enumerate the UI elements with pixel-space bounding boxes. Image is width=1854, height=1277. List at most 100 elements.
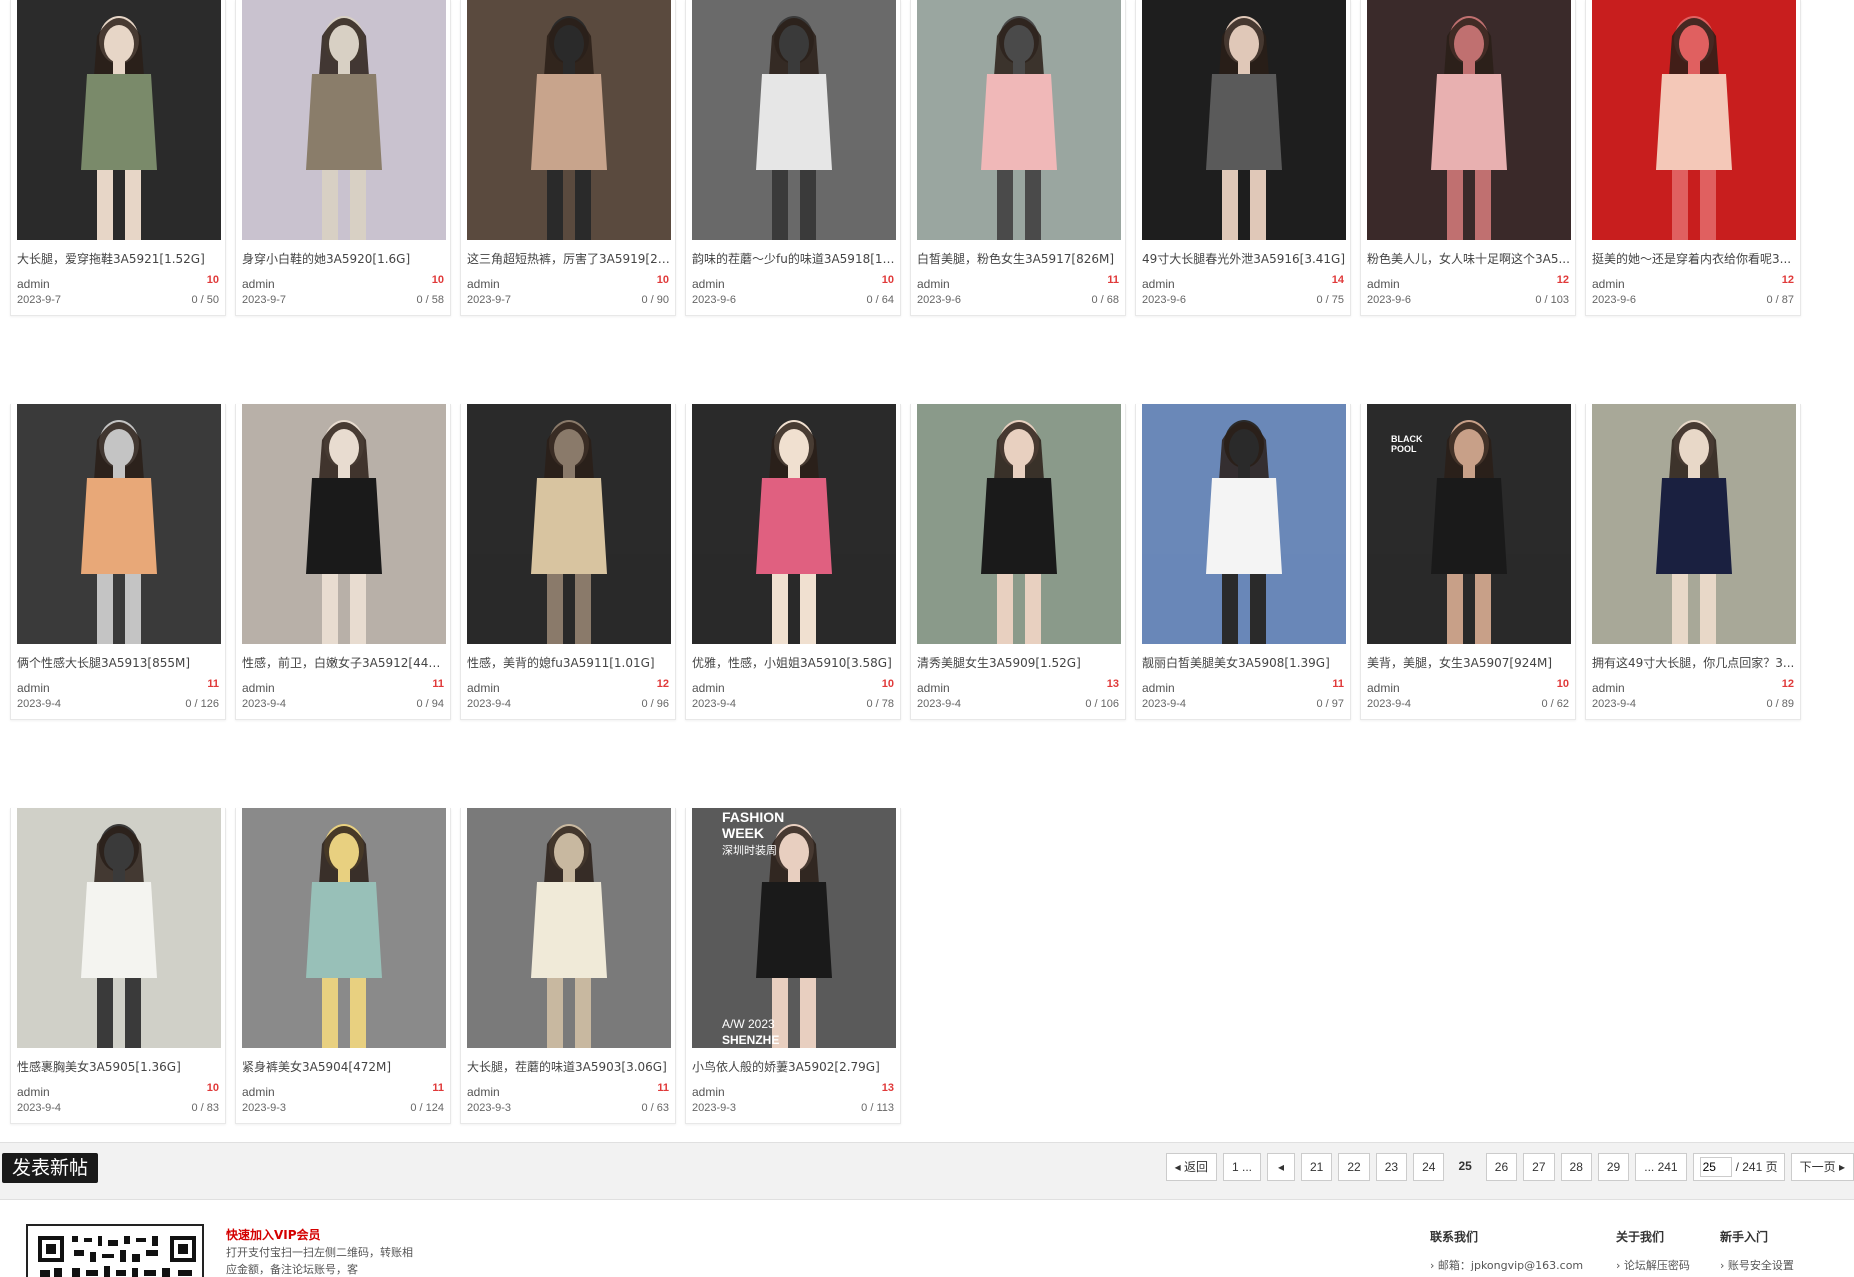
post-author[interactable]: admin	[692, 277, 725, 291]
post-title[interactable]: 挺美的她～还是穿着内衣给你看呢3...	[1592, 250, 1796, 267]
post-card[interactable]: 性感，美背的媳fu3A5911[1.01G] admin 12 2023-9-4 0 /…	[460, 404, 676, 720]
post-title[interactable]: 靓丽白皙美腿美女3A5908[1.39G]	[1142, 654, 1346, 671]
post-thumbnail[interactable]	[1592, 404, 1796, 644]
post-title[interactable]: 大长腿，茬蘑的味道3A5903[3.06G]	[467, 1058, 671, 1075]
post-author[interactable]: admin	[17, 681, 50, 695]
post-thumbnail[interactable]	[17, 404, 221, 644]
vip-title[interactable]: 快速加入VIP会员	[226, 1226, 321, 1243]
post-title[interactable]: 小鸟依人般的娇萋3A5902[2.79G]	[692, 1058, 896, 1075]
newbie-link[interactable]: › 账号安全设置	[1720, 1257, 1794, 1273]
post-thumbnail[interactable]	[17, 0, 221, 240]
post-title[interactable]: 这三角超短热裤，厉害了3A5919[2....	[467, 250, 671, 267]
post-card[interactable]: 性感，前卫，白嫩女子3A5912[441M] admin 11 2023-9-4 0 /…	[235, 404, 451, 720]
post-title[interactable]: 清秀美腿女生3A5909[1.52G]	[917, 654, 1121, 671]
post-thumbnail[interactable]	[17, 808, 221, 1048]
post-card[interactable]: 大长腿，茬蘑的味道3A5903[3.06G] admin 11 2023-9-3 0 /…	[460, 808, 676, 1124]
post-author[interactable]: admin	[467, 1085, 500, 1099]
post-thumbnail[interactable]: FASHION WEEK 深圳时装周 A/W 2023 SHENZHE	[692, 808, 896, 1048]
post-card[interactable]: BLACK POOL 美背，美腿，女生3A5907[924M] admin 10 2023…	[1360, 404, 1576, 720]
page-23[interactable]: 23	[1375, 1153, 1408, 1181]
post-title[interactable]: 性感，前卫，白嫩女子3A5912[441M]	[242, 654, 446, 671]
post-thumbnail[interactable]	[917, 0, 1121, 240]
post-author[interactable]: admin	[1367, 277, 1400, 291]
post-card[interactable]: 韵味的茬蘑～少fu的味道3A5918[1.... admin 10 2023-9-6 0…	[685, 0, 901, 316]
post-author[interactable]: admin	[242, 1085, 275, 1099]
post-thumbnail[interactable]	[917, 404, 1121, 644]
post-card[interactable]: 优雅，性感，小姐姐3A5910[3.58G] admin 10 2023-9-4 0 /…	[685, 404, 901, 720]
post-thumbnail[interactable]	[242, 808, 446, 1048]
post-author[interactable]: admin	[1592, 277, 1625, 291]
post-author[interactable]: admin	[917, 681, 950, 695]
post-author[interactable]: admin	[692, 1085, 725, 1099]
post-card[interactable]: 大长腿，爱穿拖鞋3A5921[1.52G] admin 10 2023-9-7 0 / …	[10, 0, 226, 316]
page-27[interactable]: 27	[1523, 1153, 1555, 1181]
post-author[interactable]: admin	[467, 277, 500, 291]
post-thumbnail[interactable]	[692, 404, 896, 644]
post-thumbnail[interactable]	[1142, 0, 1346, 240]
post-title[interactable]: 优雅，性感，小姐姐3A5910[3.58G]	[692, 654, 896, 671]
post-card[interactable]: 俩个性感大长腿3A5913[855M] admin 11 2023-9-4 0 / 12…	[10, 404, 226, 720]
post-thumbnail[interactable]: BLACK POOL	[1367, 404, 1571, 644]
post-author[interactable]: admin	[1367, 681, 1400, 695]
post-author[interactable]: admin	[242, 681, 275, 695]
post-author[interactable]: admin	[17, 1085, 50, 1099]
about-link[interactable]: › 论坛解压密码	[1616, 1257, 1690, 1273]
post-title[interactable]: 性感裹胸美女3A5905[1.36G]	[17, 1058, 221, 1075]
post-card[interactable]: 性感裹胸美女3A5905[1.36G] admin 10 2023-9-4 0 / 83	[10, 808, 226, 1124]
post-thumbnail[interactable]	[242, 0, 446, 240]
prev-page-button[interactable]: ◂	[1267, 1153, 1295, 1181]
page-last[interactable]: ... 241	[1635, 1153, 1687, 1181]
post-card[interactable]: 拥有这49寸大长腿，你几点回家？3... admin 12 2023-9-4 0 / 8…	[1585, 404, 1801, 720]
post-title[interactable]: 紧身裤美女3A5904[472M]	[242, 1058, 446, 1075]
post-author[interactable]: admin	[1142, 681, 1175, 695]
post-thumbnail[interactable]	[467, 0, 671, 240]
page-first[interactable]: 1 ...	[1222, 1153, 1261, 1181]
post-thumbnail[interactable]	[242, 404, 446, 644]
page-22[interactable]: 22	[1338, 1153, 1370, 1181]
post-title[interactable]: 俩个性感大长腿3A5913[855M]	[17, 654, 221, 671]
post-author[interactable]: admin	[467, 681, 500, 695]
post-card[interactable]: 白皙美腿，粉色女生3A5917[826M] admin 11 2023-9-6 0 / …	[910, 0, 1126, 316]
post-card[interactable]: 身穿小白鞋的她3A5920[1.6G] admin 10 2023-9-7 0 / 58	[235, 0, 451, 316]
post-card[interactable]: 紧身裤美女3A5904[472M] admin 11 2023-9-3 0 / 124	[235, 808, 451, 1124]
post-thumbnail[interactable]	[467, 404, 671, 644]
post-card[interactable]: 粉色美人儿，女人味十足啊这个3A5... admin 12 2023-9-6 0 / 1…	[1360, 0, 1576, 316]
page-26[interactable]: 26	[1485, 1153, 1518, 1181]
page-29[interactable]: 29	[1597, 1153, 1630, 1181]
post-title[interactable]: 大长腿，爱穿拖鞋3A5921[1.52G]	[17, 250, 221, 267]
page-jump-input[interactable]	[1699, 1157, 1732, 1177]
post-thumbnail[interactable]	[1592, 0, 1796, 240]
post-card[interactable]: 这三角超短热裤，厉害了3A5919[2.... admin 10 2023-9-7 0 …	[460, 0, 676, 316]
post-card[interactable]: 49寸大长腿春光外泄3A5916[3.41G] admin 14 2023-9-6 0 …	[1135, 0, 1351, 316]
post-title[interactable]: 身穿小白鞋的她3A5920[1.6G]	[242, 250, 446, 267]
page-24[interactable]: 24	[1413, 1153, 1445, 1181]
post-author[interactable]: admin	[917, 277, 950, 291]
post-thumbnail[interactable]	[1142, 404, 1346, 644]
post-title[interactable]: 韵味的茬蘑～少fu的味道3A5918[1....	[692, 250, 896, 267]
post-thumbnail[interactable]	[692, 0, 896, 240]
post-card[interactable]: 挺美的她～还是穿着内衣给你看呢3... admin 12 2023-9-6 0 / 87	[1585, 0, 1801, 316]
post-card[interactable]: FASHION WEEK 深圳时装周 A/W 2023 SHENZHE 小鸟依人般的娇萋3…	[685, 808, 901, 1124]
post-author[interactable]: admin	[17, 277, 50, 291]
page-28[interactable]: 28	[1560, 1153, 1592, 1181]
post-title[interactable]: 49寸大长腿春光外泄3A5916[3.41G]	[1142, 250, 1346, 267]
post-date: 2023-9-4	[692, 698, 737, 710]
back-button[interactable]: ◂ 返回	[1165, 1153, 1217, 1181]
post-card[interactable]: 清秀美腿女生3A5909[1.52G] admin 13 2023-9-4 0 / 10…	[910, 404, 1126, 720]
next-page-button[interactable]: 下一页 ▸	[1790, 1153, 1854, 1181]
page-21[interactable]: 21	[1301, 1153, 1333, 1181]
post-author[interactable]: admin	[692, 681, 725, 695]
post-title[interactable]: 粉色美人儿，女人味十足啊这个3A5...	[1367, 250, 1571, 267]
post-author[interactable]: admin	[1592, 681, 1625, 695]
post-author[interactable]: admin	[242, 277, 275, 291]
new-post-button[interactable]: 发表新帖	[2, 1153, 99, 1183]
contact-email-link[interactable]: › 邮箱：jpkongvip@163.com	[1430, 1257, 1583, 1273]
post-title[interactable]: 性感，美背的媳fu3A5911[1.01G]	[467, 654, 671, 671]
post-thumbnail[interactable]	[467, 808, 671, 1048]
post-thumbnail[interactable]	[1367, 0, 1571, 240]
post-title[interactable]: 美背，美腿，女生3A5907[924M]	[1367, 654, 1571, 671]
post-author[interactable]: admin	[1142, 277, 1175, 291]
post-title[interactable]: 白皙美腿，粉色女生3A5917[826M]	[917, 250, 1121, 267]
post-card[interactable]: 靓丽白皙美腿美女3A5908[1.39G] admin 11 2023-9-4 0 / …	[1135, 404, 1351, 720]
post-title[interactable]: 拥有这49寸大长腿，你几点回家？3...	[1592, 654, 1796, 671]
